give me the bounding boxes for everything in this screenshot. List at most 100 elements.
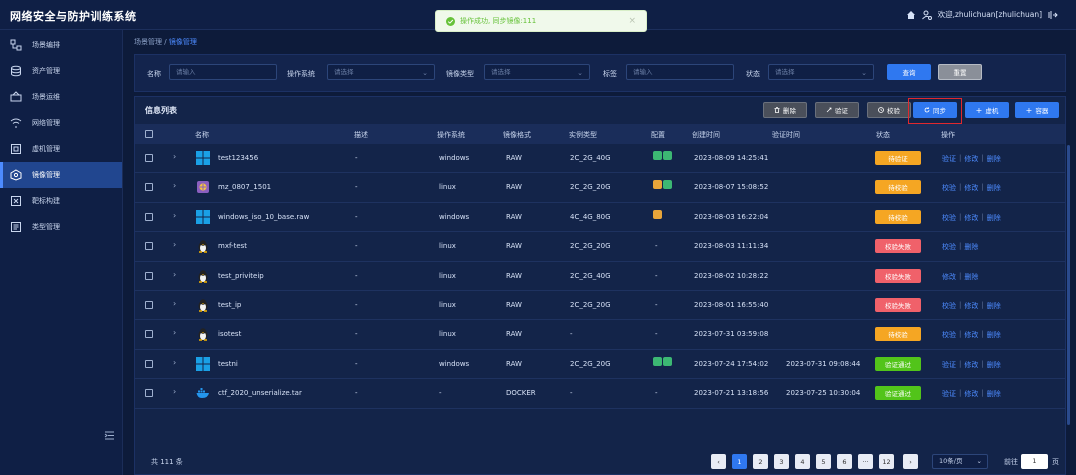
col-config[interactable]: 配置 [651,130,665,140]
verify-button[interactable]: 验证 [815,102,859,118]
row-checkbox[interactable] [145,389,153,398]
chevron-right-icon[interactable]: › [173,299,176,308]
table-row[interactable]: › test_ip - linux RAW 2C_2G_20G 2023-08-01 16:… [135,291,1065,321]
add-container-button[interactable]: + 容器 [1015,102,1059,118]
col-verified[interactable]: 验证时间 [772,130,800,140]
close-icon[interactable]: × [628,16,636,26]
row-action-link[interactable]: 修改 [964,213,978,223]
table-row[interactable]: › test_priviteip - linux RAW 2C_2G_40G 2023-08… [135,262,1065,291]
page-button[interactable]: 12 [879,454,894,469]
sync-button[interactable]: 同步 [913,102,957,118]
col-instance[interactable]: 实例类型 [569,130,597,140]
row-action-link[interactable]: 验证 [942,389,956,399]
home-icon[interactable] [906,10,916,20]
row-checkbox[interactable] [145,271,153,280]
col-status[interactable]: 状态 [876,130,890,140]
user-settings-icon[interactable] [921,10,932,20]
page-button[interactable]: 5 [816,454,831,469]
chevron-right-icon[interactable]: › [173,358,176,367]
row-action-link[interactable]: 校验 [942,213,956,223]
row-checkbox[interactable] [145,330,153,339]
status-select[interactable]: 请选择 ⌄ [768,64,874,80]
chevron-right-icon[interactable]: › [173,240,176,249]
sidebar-item-1[interactable]: 资产管理 [0,58,122,84]
chevron-right-icon[interactable]: › [173,328,176,337]
chevron-right-icon[interactable]: › [173,181,176,190]
breadcrumb-parent[interactable]: 场景管理 [134,38,162,46]
page-button[interactable]: 6 [837,454,852,469]
row-action-link[interactable]: 删除 [987,330,1001,340]
chevron-right-icon[interactable]: › [173,387,176,396]
sidebar-item-4[interactable]: 虚机管理 [0,136,122,162]
table-row[interactable]: › testni - windows RAW 2C_2G_20G 2023-07-24 17… [135,350,1065,380]
row-action-link[interactable]: 修改 [964,330,978,340]
col-ops[interactable]: 操作 [941,130,955,140]
sidebar-item-0[interactable]: 场景编排 [0,32,122,58]
page-button[interactable]: 2 [753,454,768,469]
select-all-checkbox[interactable] [145,130,153,138]
page-button[interactable]: 1 [732,454,747,469]
goto-input[interactable]: 1 [1021,454,1048,469]
table-row[interactable]: › ctf_2020_unserialize.tar - - DOCKER - 2023-0… [135,379,1065,409]
scrollbar[interactable] [1067,145,1070,425]
sidebar-item-2[interactable]: 场景运维 [0,84,122,110]
row-action-link[interactable]: 修改 [964,301,978,311]
os-select[interactable]: 请选择 ⌄ [327,64,435,80]
row-checkbox[interactable] [145,154,153,162]
row-action-link[interactable]: 删除 [987,154,1001,164]
prev-page-button[interactable]: ‹ [711,454,726,469]
row-action-link[interactable]: 删除 [964,242,978,252]
col-created[interactable]: 创建时间 [692,130,720,140]
next-page-button[interactable]: › [903,454,918,469]
page-size-select[interactable]: 10条/页 ⌄ [932,454,988,469]
row-action-link[interactable]: 删除 [987,389,1001,399]
col-desc[interactable]: 描述 [354,130,368,140]
sidebar-item-7[interactable]: 类型管理 [0,214,122,240]
delete-button[interactable]: 删除 [763,102,807,118]
row-action-link[interactable]: 校验 [942,183,956,193]
row-checkbox[interactable] [145,359,153,368]
add-vm-button[interactable]: + 虚机 [965,102,1009,118]
table-row[interactable]: › windows_iso_10_base.raw - windows RAW 4C_4G… [135,203,1065,233]
user-greeting[interactable]: 欢迎,zhulichuan[zhulichuan] [938,9,1042,20]
row-action-link[interactable]: 修改 [964,183,978,193]
row-action-link[interactable]: 删除 [987,360,1001,370]
table-row[interactable]: › test123456 - windows RAW 2C_2G_40G 2023-08-0… [135,144,1065,174]
check-button[interactable]: 校验 [867,102,911,118]
chevron-right-icon[interactable]: › [173,270,176,279]
row-action-link[interactable]: 修改 [964,389,978,399]
col-format[interactable]: 镜像格式 [503,130,531,140]
page-button[interactable]: ··· [858,454,873,469]
row-action-link[interactable]: 验证 [942,154,956,164]
sidebar-item-6[interactable]: 靶标构建 [0,188,122,214]
row-action-link[interactable]: 删除 [964,272,978,282]
row-action-link[interactable]: 删除 [987,301,1001,311]
row-action-link[interactable]: 修改 [964,154,978,164]
name-input[interactable]: 请输入 [169,64,277,80]
collapse-menu-icon[interactable] [104,430,115,441]
row-action-link[interactable]: 校验 [942,242,956,252]
row-action-link[interactable]: 校验 [942,301,956,311]
table-row[interactable]: › mz_0807_1501 - linux RAW 2C_2G_20G 2023-08-0… [135,173,1065,203]
row-checkbox[interactable] [145,183,153,192]
row-action-link[interactable]: 删除 [987,213,1001,223]
tag-input[interactable]: 请输入 [626,64,734,80]
row-checkbox[interactable] [145,301,153,309]
sidebar-item-5[interactable]: 镜像管理 [0,162,122,188]
col-os[interactable]: 操作系统 [437,130,465,140]
row-action-link[interactable]: 校验 [942,330,956,340]
row-action-link[interactable]: 修改 [942,272,956,282]
page-button[interactable]: 4 [795,454,810,469]
row-checkbox[interactable] [145,242,153,251]
chevron-right-icon[interactable]: › [173,211,176,220]
sidebar-item-3[interactable]: 网络管理 [0,110,122,136]
table-row[interactable]: › mxf-test - linux RAW 2C_2G_20G 2023-08-03 11… [135,232,1065,262]
type-select[interactable]: 请选择 ⌄ [484,64,590,80]
table-row[interactable]: › isotest - linux RAW - 2023-07-31 03:59:08 - 待校… [135,320,1065,350]
row-action-link[interactable]: 删除 [987,183,1001,193]
row-action-link[interactable]: 修改 [964,360,978,370]
col-name[interactable]: 名称 [195,130,209,140]
reset-button[interactable]: 重置 [938,64,982,80]
query-button[interactable]: 查询 [887,64,931,80]
row-action-link[interactable]: 验证 [942,360,956,370]
